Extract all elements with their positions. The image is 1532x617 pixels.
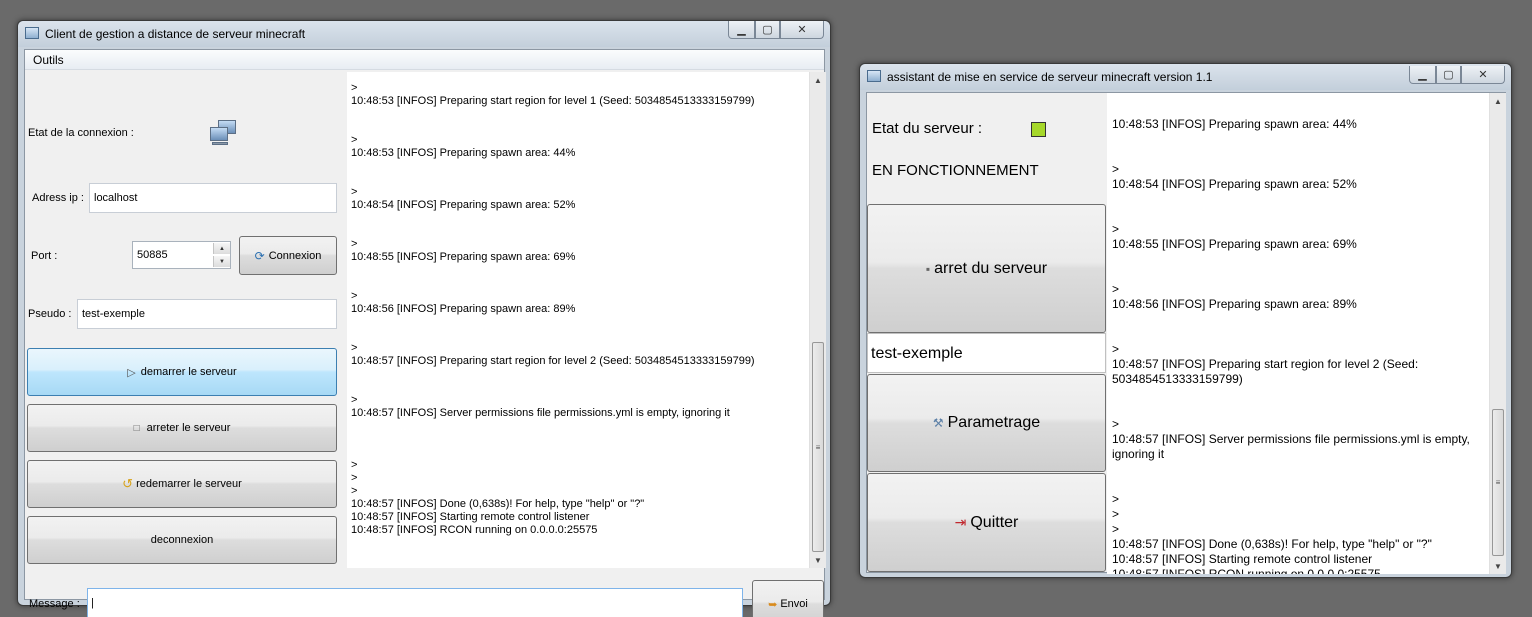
assistant-console-scrollbar[interactable]: ▲ ≡ ▼ (1489, 93, 1506, 574)
restart-server-label: redemarrer le serveur (136, 478, 242, 490)
maximize-icon[interactable]: ▢ (755, 21, 780, 39)
wrench-icon: ⚒ (932, 416, 944, 430)
port-up-icon[interactable]: ▲ (213, 243, 230, 254)
start-server-button[interactable]: ▷ demarrer le serveur (27, 348, 337, 396)
scroll-thumb[interactable]: ≡ (1492, 409, 1504, 556)
connect-button[interactable]: ⟳ Connexion (239, 236, 337, 275)
window-controls: ▁ ▢ ✕ (728, 21, 824, 39)
status-indicator (1031, 122, 1046, 137)
app-icon (25, 27, 39, 39)
restart-server-button[interactable]: ↺ redemarrer le serveur (27, 460, 337, 508)
refresh-icon: ⟳ (254, 248, 265, 263)
app-icon (867, 70, 881, 82)
port-value: 50885 (137, 249, 168, 261)
connect-button-label: Connexion (268, 249, 322, 262)
send-button-label: Envoi (780, 598, 808, 610)
assistant-console-text: 10:48:53 [INFOS] Preparing spawn area: 4… (1112, 117, 1470, 574)
menu-bar: Outils (25, 50, 824, 70)
settings-button[interactable]: ⚒ Parametrage (867, 374, 1106, 472)
minimize-icon[interactable]: ▁ (728, 21, 755, 39)
start-server-label: demarrer le serveur (140, 366, 237, 378)
port-stepper[interactable]: 50885 ▲ ▼ (132, 241, 231, 269)
exit-icon: ⇥ (954, 514, 967, 530)
close-icon[interactable]: ✕ (1461, 66, 1505, 84)
port-down-icon[interactable]: ▼ (213, 256, 230, 267)
assistant-console: 10:48:53 [INFOS] Preparing spawn area: 4… (1107, 93, 1489, 574)
client-window-title: Client de gestion a distance de serveur … (45, 27, 306, 41)
network-computers-icon (208, 118, 238, 148)
maximize-icon[interactable]: ▢ (1436, 66, 1461, 84)
scroll-up-icon[interactable]: ▲ (810, 72, 826, 88)
assistant-body: Etat du serveur : EN FONCTIONNEMENT ▪ ar… (866, 92, 1506, 574)
port-label: Port : (31, 250, 58, 262)
assistant-window: assistant de mise en service de serveur … (859, 63, 1512, 578)
menu-outils[interactable]: Outils (33, 53, 64, 67)
disconnect-button[interactable]: deconnexion (27, 516, 337, 564)
pseudo-input[interactable]: test-exemple (77, 299, 337, 329)
scroll-up-icon[interactable]: ▲ (1490, 93, 1506, 109)
client-window: Client de gestion a distance de serveur … (17, 20, 831, 617)
message-input[interactable]: | (87, 588, 743, 617)
stop-server-button[interactable]: □ arreter le serveur (27, 404, 337, 452)
server-status-label: Etat du serveur : (872, 120, 983, 137)
assistant-window-title: assistant de mise en service de serveur … (887, 70, 1213, 84)
minimize-icon[interactable]: ▁ (1409, 66, 1436, 84)
client-console: > 10:48:53 [INFOS] Preparing start regio… (347, 72, 809, 568)
ip-label: Adress ip : (32, 192, 84, 204)
server-status-value: EN FONCTIONNEMENT (872, 162, 1039, 179)
window-controls: ▁ ▢ ✕ (1409, 66, 1505, 84)
connection-state-label: Etat de la connexion : (28, 127, 134, 139)
close-icon[interactable]: ✕ (780, 21, 824, 39)
pseudo-label: Pseudo : (28, 308, 72, 320)
stop-square-icon: □ (133, 422, 140, 434)
send-button[interactable]: ➥ Envoi (752, 580, 824, 617)
scroll-down-icon[interactable]: ▼ (1490, 558, 1506, 574)
restart-icon: ↺ (122, 476, 134, 491)
assistant-titlebar[interactable]: assistant de mise en service de serveur … (860, 64, 1511, 90)
disconnect-label: deconnexion (150, 534, 214, 546)
scroll-thumb[interactable]: ≡ (812, 342, 824, 552)
play-icon: ▷ (127, 366, 136, 379)
send-icon: ➥ (768, 598, 778, 611)
stop-server-label: arreter le serveur (146, 422, 231, 434)
server-stop-icon: ▪ (925, 261, 931, 276)
scroll-down-icon[interactable]: ▼ (810, 552, 826, 568)
server-stop-label: arret du serveur (934, 259, 1048, 277)
quit-label: Quitter (970, 513, 1019, 531)
assistant-pseudo-input[interactable]: test-exemple (867, 333, 1106, 373)
ip-input[interactable]: localhost (89, 183, 337, 213)
settings-label: Parametrage (947, 414, 1041, 431)
client-body: Outils Etat de la connexion : Adress ip … (24, 49, 826, 617)
text-cursor: | (91, 597, 94, 609)
server-stop-button[interactable]: ▪ arret du serveur (867, 204, 1106, 333)
client-titlebar[interactable]: Client de gestion a distance de serveur … (18, 21, 830, 47)
client-console-scrollbar[interactable]: ▲ ≡ ▼ (809, 72, 826, 568)
quit-button[interactable]: ⇥ Quitter (867, 473, 1106, 572)
message-label: Message : (29, 598, 80, 610)
